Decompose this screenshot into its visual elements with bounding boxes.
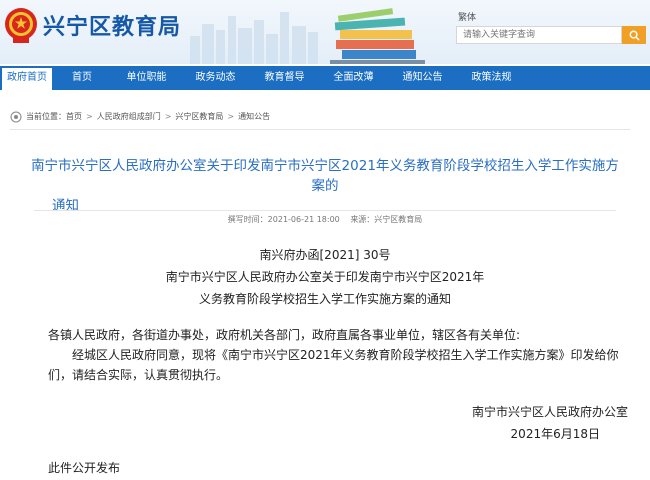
doc-number: 南兴府办函[2021] 30号 xyxy=(259,248,391,262)
doc-body-line-1: 经城区人民政府同意，现将《南宁市兴宁区2021年义务教育阶段学校招生入学工作实施… xyxy=(72,348,619,362)
doc-heading-line-2: 义务教育阶段学校招生入学工作实施方案的通知 xyxy=(198,292,451,306)
breadcrumb-separator: > xyxy=(164,112,172,121)
search-icon xyxy=(629,30,640,41)
doc-date: 2021年6月18日 xyxy=(510,427,600,441)
nav-item-gov-home[interactable]: 政府首页 xyxy=(2,66,52,90)
books-illustration xyxy=(330,8,425,64)
nav-item-supervision[interactable]: 教育督导 xyxy=(250,66,319,90)
site-title[interactable]: 兴宁区教育局 xyxy=(43,9,181,41)
breadcrumb-home[interactable]: 首页 xyxy=(66,111,82,122)
breadcrumb-bureau[interactable]: 兴宁区教育局 xyxy=(175,111,223,122)
meta-divider xyxy=(34,210,616,211)
nav-item-notices[interactable]: 通知公告 xyxy=(388,66,457,90)
national-emblem-icon xyxy=(5,8,37,43)
doc-signature: 南宁市兴宁区人民政府办公室 xyxy=(471,405,628,419)
site-header: 兴宁区教育局 繁体 xyxy=(0,0,650,64)
nav-item-home[interactable]: 首页 xyxy=(52,66,112,90)
article-meta: 撰写时间：2021-06-21 18:00 来源：兴宁区教育局 xyxy=(20,214,630,225)
nav-item-functions[interactable]: 单位职能 xyxy=(112,66,181,90)
doc-body-line-2: 们，请结合实际，认真贯彻执行。 xyxy=(48,368,229,382)
doc-recipients: 各镇人民政府，各街道办事处，政府机关各部门，政府直属各事业单位，辖区各有关单位: xyxy=(48,328,521,342)
article-title-line-1: 南宁市兴宁区人民政府办公室关于印发南宁市兴宁区2021年义务教育阶段学校招生入学… xyxy=(31,158,619,194)
breadcrumb-separator: > xyxy=(86,112,93,121)
doc-heading-line-1: 南宁市兴宁区人民政府办公室关于印发南宁市兴宁区2021年 xyxy=(165,270,485,284)
nav-item-policies[interactable]: 政策法规 xyxy=(457,66,526,90)
traditional-chinese-link[interactable]: 繁体 xyxy=(458,10,476,23)
breadcrumb-departments[interactable]: 人民政府组成部门 xyxy=(97,111,161,122)
article-source: 来源：兴宁区教育局 xyxy=(350,215,423,224)
search-input[interactable] xyxy=(456,26,622,44)
location-icon xyxy=(10,111,22,122)
breadcrumb-notices[interactable]: 通知公告 xyxy=(238,111,270,122)
article-title-line-2: 通知 xyxy=(52,198,79,214)
nav-item-news[interactable]: 政务动态 xyxy=(181,66,250,90)
article-title: 南宁市兴宁区人民政府办公室关于印发南宁市兴宁区2021年义务教育阶段学校招生入学… xyxy=(20,156,630,216)
breadcrumb-prefix: 当前位置： xyxy=(26,112,66,121)
search-button[interactable] xyxy=(622,26,646,44)
breadcrumb: 当前位置： 首页 > 人民政府组成部门 > 兴宁区教育局 > 通知公告 xyxy=(10,104,630,130)
nav-item-improvement[interactable]: 全面改薄 xyxy=(319,66,388,90)
article-date: 撰写时间：2021-06-21 18:00 xyxy=(227,215,340,224)
main-nav: 政府首页 首页 单位职能 政务动态 教育督导 全面改薄 通知公告 政策法规 xyxy=(0,66,650,90)
breadcrumb-separator: > xyxy=(227,112,235,121)
publish-note: 此件公开发布 xyxy=(48,461,121,475)
